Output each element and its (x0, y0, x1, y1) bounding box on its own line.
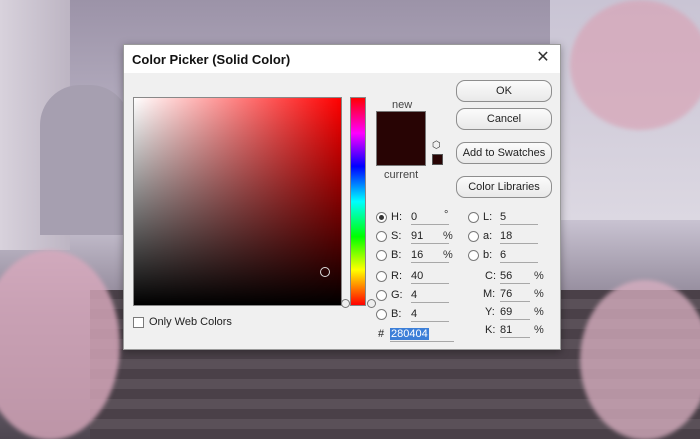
yellow-input[interactable]: 69 (500, 305, 530, 320)
saturation-unit: % (443, 230, 453, 242)
blue-radio[interactable] (376, 309, 387, 320)
lab-l-radio[interactable] (468, 212, 479, 223)
only-web-colors-checkbox[interactable] (133, 317, 144, 328)
green-input[interactable]: 4 (411, 288, 449, 303)
hex-prefix: # (378, 328, 385, 340)
lab-a-radio[interactable] (468, 231, 479, 242)
green-radio[interactable] (376, 290, 387, 301)
hue-unit: ° (444, 209, 449, 221)
web-safe-color-swatch[interactable] (432, 154, 443, 165)
lab-l-label: L: (483, 211, 493, 223)
brightness-label: B: (391, 249, 402, 261)
blossom-cluster (580, 280, 700, 439)
black-unit: % (534, 324, 544, 336)
web-safe-cube-icon[interactable]: ⬡ (432, 141, 442, 151)
lab-a-input[interactable]: 18 (500, 229, 538, 244)
hue-slider-handle-right[interactable] (367, 299, 376, 308)
hex-input[interactable]: 280404 (390, 327, 454, 342)
blossom-cluster (570, 0, 700, 130)
brightness-unit: % (443, 249, 453, 261)
hex-value[interactable]: 280404 (390, 328, 429, 340)
lab-b-label: b: (483, 249, 493, 261)
hue-slider-handle-left[interactable] (341, 299, 350, 308)
cancel-button[interactable]: Cancel (456, 108, 552, 130)
black-input[interactable]: 81 (500, 323, 530, 338)
color-libraries-button[interactable]: Color Libraries (456, 176, 552, 198)
red-label: R: (391, 270, 402, 282)
yellow-unit: % (534, 306, 544, 318)
red-radio[interactable] (376, 271, 387, 282)
magenta-unit: % (534, 288, 544, 300)
yellow-label: Y: (485, 306, 495, 318)
ok-button[interactable]: OK (456, 80, 552, 102)
color-picker-dialog: Color Picker (Solid Color) ✕ new current… (123, 44, 561, 350)
title-bar[interactable]: Color Picker (Solid Color) ✕ (124, 45, 560, 73)
color-field[interactable] (133, 97, 342, 306)
lab-l-input[interactable]: 5 (500, 210, 538, 225)
new-color-swatch (376, 111, 426, 139)
cyan-input[interactable]: 56 (500, 269, 530, 284)
cyan-label: C: (485, 270, 496, 282)
castle-dome (40, 85, 130, 235)
green-label: G: (391, 289, 403, 301)
lab-b-radio[interactable] (468, 250, 479, 261)
brightness-radio[interactable] (376, 250, 387, 261)
blue-input[interactable]: 4 (411, 307, 449, 322)
hue-radio[interactable] (376, 212, 387, 223)
magenta-input[interactable]: 76 (500, 287, 530, 302)
blue-label: B: (391, 308, 402, 320)
black-label: K: (485, 324, 496, 336)
cyan-unit: % (534, 270, 544, 282)
saturation-label: S: (391, 230, 402, 242)
hue-label: H: (391, 211, 402, 223)
close-icon[interactable]: ✕ (534, 49, 552, 67)
add-to-swatches-button[interactable]: Add to Swatches (456, 142, 552, 164)
lab-a-label: a: (483, 230, 493, 242)
red-input[interactable]: 40 (411, 269, 449, 284)
lab-b-input[interactable]: 6 (500, 248, 538, 263)
saturation-radio[interactable] (376, 231, 387, 242)
hue-slider[interactable] (350, 97, 366, 306)
dialog-title: Color Picker (Solid Color) (132, 52, 291, 67)
current-color-swatch[interactable] (376, 138, 426, 166)
only-web-colors-label[interactable]: Only Web Colors (149, 316, 232, 328)
new-color-label: new (392, 99, 413, 111)
current-color-label: current (384, 169, 419, 181)
magenta-label: M: (483, 288, 496, 300)
color-field-cursor[interactable] (320, 267, 330, 277)
